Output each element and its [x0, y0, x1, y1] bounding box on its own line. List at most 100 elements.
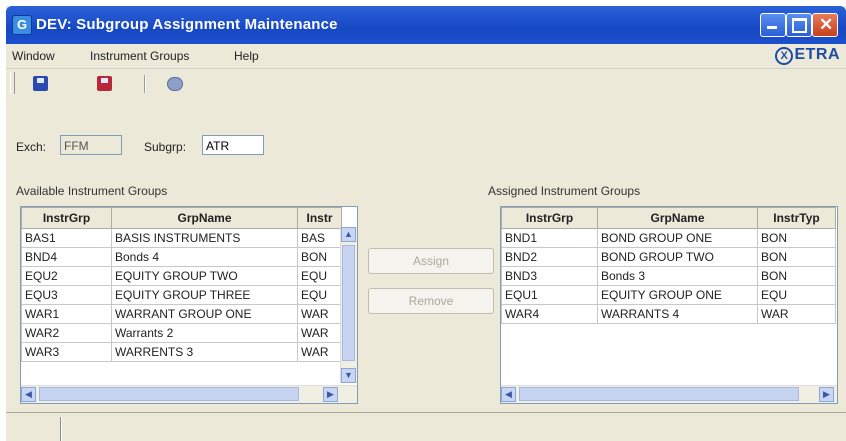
table-row[interactable]: EQU1 EQUITY GROUP ONE EQU — [501, 285, 836, 305]
company-logo: X ETRA — [775, 46, 840, 65]
column-header-grpname[interactable]: GrpName — [597, 207, 758, 229]
available-header-row: InstrGrp GrpName Instr — [21, 207, 342, 229]
assigned-horizontal-scrollbar[interactable]: ◀ ▶ — [501, 385, 837, 403]
minimize-button[interactable] — [760, 13, 786, 37]
table-row[interactable]: EQU3 EQUITY GROUP THREE EQU — [21, 285, 342, 305]
grpname-cell: Warrants 2 — [111, 323, 298, 343]
table-row[interactable]: WAR3 WARRENTS 3 WAR — [21, 342, 342, 362]
instrgrp-cell: BND1 — [501, 228, 598, 248]
scroll-left-icon[interactable]: ◀ — [501, 387, 516, 402]
instrgrp-cell: WAR4 — [501, 304, 598, 324]
instrtyp-cell: BON — [757, 228, 836, 248]
instrgrp-cell: WAR1 — [21, 304, 112, 324]
close-button[interactable]: ✕ — [812, 13, 838, 37]
table-row[interactable]: WAR1 WARRANT GROUP ONE WAR — [21, 304, 342, 324]
assigned-header-row: InstrGrp GrpName InstrTyp — [501, 207, 836, 229]
instrgrp-cell: BAS1 — [21, 228, 112, 248]
table-row[interactable]: BND3 Bonds 3 BON — [501, 266, 836, 286]
subgrp-field[interactable]: ATR — [202, 135, 264, 155]
assigned-groups-label: Assigned Instrument Groups — [488, 184, 641, 198]
status-bar — [6, 412, 846, 441]
available-horizontal-scrollbar[interactable]: ◀ ▶ — [21, 385, 357, 403]
grpname-cell: BOND GROUP TWO — [597, 247, 758, 267]
status-divider — [60, 417, 62, 441]
save-icon — [33, 76, 48, 91]
grpname-cell: EQUITY GROUP ONE — [597, 285, 758, 305]
instrtyp-cell: WAR — [757, 304, 836, 324]
instr-cell: WAR — [297, 323, 342, 343]
instr-cell: WAR — [297, 342, 342, 362]
scroll-right-icon[interactable]: ▶ — [819, 387, 834, 402]
grpname-cell: Bonds 4 — [111, 247, 298, 267]
logo-mark: X — [775, 47, 794, 65]
menu-instrument-groups[interactable]: Instrument Groups — [90, 49, 189, 63]
close-icon: ✕ — [819, 15, 834, 34]
scroll-thumb[interactable] — [342, 245, 355, 361]
table-row[interactable]: BND4 Bonds 4 BON — [21, 247, 342, 267]
instrtyp-cell: BON — [757, 247, 836, 267]
table-row[interactable]: BAS1 BASIS INSTRUMENTS BAS — [21, 228, 342, 248]
print-icon — [167, 77, 183, 91]
grpname-cell: WARRANT GROUP ONE — [111, 304, 298, 324]
menu-window[interactable]: Window — [12, 49, 55, 63]
toolbar-grip[interactable] — [10, 72, 15, 94]
grpname-cell: Bonds 3 — [597, 266, 758, 286]
table-row[interactable]: EQU2 EQUITY GROUP TWO EQU — [21, 266, 342, 286]
instrgrp-cell: EQU1 — [501, 285, 598, 305]
available-groups-label: Available Instrument Groups — [16, 184, 168, 198]
table-row[interactable]: BND2 BOND GROUP TWO BON — [501, 247, 836, 267]
grpname-cell: WARRANTS 4 — [597, 304, 758, 324]
table-row[interactable]: BND1 BOND GROUP ONE BON — [501, 228, 836, 248]
save-button[interactable] — [30, 73, 52, 95]
available-vertical-scrollbar[interactable]: ▲ ▼ — [340, 227, 357, 383]
instr-cell: EQU — [297, 266, 342, 286]
exch-label: Exch: — [16, 140, 47, 154]
exch-field: FFM — [60, 135, 122, 155]
table-row[interactable]: WAR2 Warrants 2 WAR — [21, 323, 342, 343]
instrgrp-cell: BND3 — [501, 266, 598, 286]
column-header-grpname[interactable]: GrpName — [111, 207, 298, 229]
table-row[interactable]: WAR4 WARRANTS 4 WAR — [501, 304, 836, 324]
window-title: DEV: Subgroup Assignment Maintenance — [36, 16, 338, 33]
instr-cell: BAS — [297, 228, 342, 248]
assign-button[interactable]: Assign — [368, 248, 494, 274]
instrtyp-cell: BON — [757, 266, 836, 286]
print-button[interactable] — [164, 73, 186, 95]
instrgrp-cell: EQU3 — [21, 285, 112, 305]
instrgrp-cell: WAR3 — [21, 342, 112, 362]
menu-help[interactable]: Help — [234, 49, 259, 63]
title-bar[interactable]: G DEV: Subgroup Assignment Maintenance ✕ — [6, 6, 846, 44]
column-header-instrgrp[interactable]: InstrGrp — [501, 207, 598, 229]
save-close-button[interactable] — [94, 73, 116, 95]
instrgrp-cell: EQU2 — [21, 266, 112, 286]
instrgrp-cell: WAR2 — [21, 323, 112, 343]
available-groups-grid[interactable]: InstrGrp GrpName Instr BAS1 BASIS INSTRUM… — [20, 206, 358, 404]
instr-cell: WAR — [297, 304, 342, 324]
grpname-cell: EQUITY GROUP TWO — [111, 266, 298, 286]
instrgrp-cell: BND4 — [21, 247, 112, 267]
scroll-down-icon[interactable]: ▼ — [341, 368, 356, 383]
instrtyp-cell: EQU — [757, 285, 836, 305]
assigned-groups-grid[interactable]: InstrGrp GrpName InstrTyp BND1 BOND GROUP… — [500, 206, 838, 404]
scroll-right-icon[interactable]: ▶ — [323, 387, 338, 402]
minimize-icon — [767, 26, 777, 29]
save-red-icon — [97, 76, 112, 91]
subgrp-label: Subgrp: — [144, 140, 187, 154]
column-header-instrtyp[interactable]: InstrTyp — [757, 207, 836, 229]
app-icon: G — [12, 15, 32, 35]
column-header-instr[interactable]: Instr — [297, 207, 342, 229]
scroll-up-icon[interactable]: ▲ — [341, 227, 356, 242]
scroll-thumb[interactable] — [39, 387, 299, 401]
grpname-cell: WARRENTS 3 — [111, 342, 298, 362]
scroll-left-icon[interactable]: ◀ — [21, 387, 36, 402]
column-header-instrgrp[interactable]: InstrGrp — [21, 207, 112, 229]
remove-button[interactable]: Remove — [368, 288, 494, 314]
instr-cell: EQU — [297, 285, 342, 305]
menu-bar: Window Instrument Groups Help X ETRA — [6, 44, 846, 69]
grpname-cell: BASIS INSTRUMENTS — [111, 228, 298, 248]
maximize-button[interactable] — [786, 13, 812, 37]
grpname-cell: BOND GROUP ONE — [597, 228, 758, 248]
instrgrp-cell: BND2 — [501, 247, 598, 267]
scroll-thumb[interactable] — [519, 387, 799, 401]
instr-cell: BON — [297, 247, 342, 267]
